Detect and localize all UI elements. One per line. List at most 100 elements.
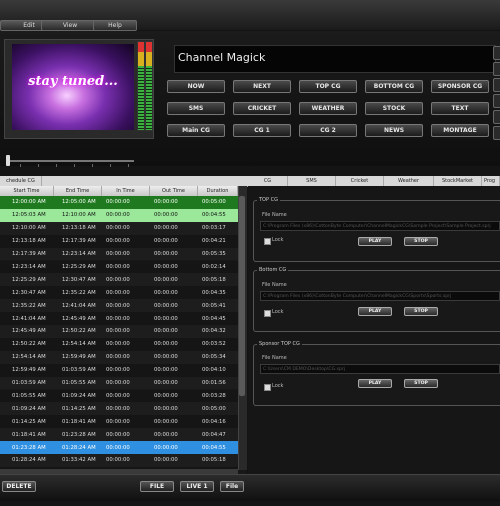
side-button-1[interactable]	[493, 46, 500, 60]
tab-program[interactable]: Prog	[482, 176, 500, 186]
audio-meter-right	[145, 41, 153, 131]
menu-view[interactable]: View	[41, 20, 99, 31]
bottom-cg-file-path-field[interactable]: C:\Program Files (x86)\CottonByte Comput…	[260, 291, 500, 301]
tab-sms[interactable]: SMS	[288, 176, 336, 186]
table-row[interactable]: 12:45:49 AM 12:50:22 AM 00:00:00 00:00:00 00…	[0, 325, 238, 338]
column-header-start-time[interactable]: Start Time	[0, 186, 54, 196]
file-secondary-button[interactable]: File	[220, 481, 244, 492]
top-cg-button[interactable]: TOP CG	[299, 80, 357, 93]
column-header-end-time[interactable]: End Time	[54, 186, 102, 196]
table-row[interactable]: 12:17:39 AM 12:23:14 AM 00:00:00 00:00:00 00…	[0, 247, 238, 261]
live-1-button[interactable]: LIVE 1	[180, 481, 214, 492]
seek-slider-track[interactable]	[8, 160, 134, 162]
cricket-button[interactable]: CRICKET	[233, 102, 291, 115]
seek-slider-handle[interactable]	[6, 155, 10, 166]
tab-cricket[interactable]: Cricket	[336, 176, 384, 186]
slider-tick	[56, 164, 57, 167]
cell-duration: 00:05:34	[202, 354, 226, 361]
cell-duration: 00:04:35	[202, 289, 226, 296]
table-row[interactable]: 12:59:49 AM 01:03:59 AM 00:00:00 00:00:00 00…	[0, 363, 238, 377]
cell-duration: 00:05:18	[202, 276, 226, 283]
bottom-toolbar	[0, 474, 500, 501]
bottom-cg-lock-checkbox[interactable]	[264, 310, 271, 317]
sms-button[interactable]: SMS	[167, 102, 225, 115]
cell-end-time: 01:33:42 AM	[62, 457, 96, 464]
cell-start-time: 12:30:47 AM	[12, 289, 46, 296]
table-row[interactable]: 12:50:22 AM 12:54:14 AM 00:00:00 00:00:00 00…	[0, 337, 238, 351]
news-button[interactable]: NEWS	[365, 124, 423, 137]
top-cg-stop-button[interactable]: STOP	[404, 237, 438, 246]
side-button-4[interactable]	[493, 94, 500, 108]
menu-help[interactable]: Help	[93, 20, 137, 31]
cell-in-time: 00:00:00	[106, 457, 130, 464]
lock-label: Lock	[272, 309, 284, 315]
delete-button[interactable]: DELETE	[2, 481, 36, 492]
sponsor-cg-lock-checkbox[interactable]	[264, 384, 271, 391]
table-row[interactable]: 12:54:14 AM 12:59:49 AM 00:00:00 00:00:00 00…	[0, 350, 238, 364]
side-button-6[interactable]	[493, 126, 500, 140]
cell-start-time: 12:05:03 AM	[12, 212, 46, 219]
table-row[interactable]: 12:23:14 AM 12:25:29 AM 00:00:00 00:00:00 00…	[0, 260, 238, 274]
main-cg-button[interactable]: Main CG	[167, 124, 225, 137]
table-row[interactable]: 01:28:24 AM 01:33:42 AM 00:00:00 00:00:00 00…	[0, 454, 238, 467]
table-row[interactable]: 01:05:55 AM 01:09:24 AM 00:00:00 00:00:00 00…	[0, 389, 238, 403]
cg2-button[interactable]: CG 2	[299, 124, 357, 137]
tab-weather[interactable]: Weather	[384, 176, 434, 186]
cell-end-time: 12:35:22 AM	[62, 289, 96, 296]
file-button[interactable]: FILE	[140, 481, 174, 492]
tab-schedule-cg[interactable]: chedule CG	[0, 176, 42, 186]
table-row[interactable]: 01:09:24 AM 01:14:25 AM 00:00:00 00:00:00 00…	[0, 402, 238, 416]
sponsor-cg-stop-button[interactable]: STOP	[404, 379, 438, 388]
cell-end-time: 12:25:29 AM	[62, 263, 96, 270]
cell-end-time: 12:45:49 AM	[62, 315, 96, 322]
cell-start-time: 12:45:49 AM	[12, 328, 46, 335]
column-header-in-time[interactable]: In Time	[102, 186, 150, 196]
table-row[interactable]: 12:25:29 AM 12:30:47 AM 00:00:00 00:00:00 00…	[0, 273, 238, 287]
top-cg-file-path-field[interactable]: C:\Program Files (x86)\CottonByte Comput…	[260, 221, 500, 231]
top-cg-play-button[interactable]: PLAY	[358, 237, 392, 246]
side-button-2[interactable]	[493, 62, 500, 76]
table-row[interactable]: 01:14:25 AM 01:18:41 AM 00:00:00 00:00:00 00…	[0, 415, 238, 429]
bottom-cg-play-button[interactable]: PLAY	[358, 307, 392, 316]
cell-in-time: 00:00:00	[106, 392, 130, 399]
panel-title: Bottom CG	[257, 267, 289, 273]
table-row[interactable]: 01:23:28 AM 01:28:24 AM 00:00:00 00:00:00 00…	[0, 441, 238, 454]
table-row[interactable]: 12:35:22 AM 12:41:04 AM 00:00:00 00:00:00 00…	[0, 299, 238, 313]
sponsor-cg-file-path-field[interactable]: C:\Users\CM DEMO\Desktop\CG.sprj	[260, 364, 500, 374]
cell-end-time: 12:17:39 AM	[62, 238, 96, 245]
sponsor-cg-play-button[interactable]: PLAY	[358, 379, 392, 388]
montage-button[interactable]: MONTAGE	[431, 124, 489, 137]
table-row[interactable]: 01:03:59 AM 01:05:55 AM 00:00:00 00:00:00 00…	[0, 376, 238, 390]
side-button-3[interactable]	[493, 78, 500, 92]
tab-stockmarket[interactable]: StockMarket	[434, 176, 482, 186]
table-row[interactable]: 12:05:03 AM 12:10:00 AM 00:00:00 00:00:00 00…	[0, 208, 238, 222]
top-cg-lock-checkbox[interactable]	[264, 238, 271, 245]
text-button[interactable]: TEXT	[431, 102, 489, 115]
table-row[interactable]: 12:30:47 AM 12:35:22 AM 00:00:00 00:00:00 00…	[0, 286, 238, 300]
cg1-button[interactable]: CG 1	[233, 124, 291, 137]
column-header-out-time[interactable]: Out Time	[150, 186, 198, 196]
table-row[interactable]: 12:41:04 AM 12:45:49 AM 00:00:00 00:00:00 00…	[0, 312, 238, 325]
tab-cg[interactable]: CG	[248, 176, 288, 186]
table-row[interactable]: 01:18:41 AM 01:23:28 AM 00:00:00 00:00:00 00…	[0, 428, 238, 442]
scrollbar-thumb[interactable]	[239, 196, 245, 396]
now-button[interactable]: NOW	[167, 80, 225, 93]
bottom-cg-button[interactable]: BOTTOM CG	[365, 80, 423, 93]
next-button[interactable]: NEXT	[233, 80, 291, 93]
cell-out-time: 00:00:00	[154, 444, 178, 451]
cell-end-time: 12:05:00 AM	[62, 199, 96, 206]
weather-button[interactable]: WEATHER	[299, 102, 357, 115]
column-header-duration[interactable]: Duration	[198, 186, 238, 196]
cell-in-time: 00:00:00	[106, 212, 130, 219]
cell-start-time: 01:28:24 AM	[12, 457, 46, 464]
sponsor-cg-button[interactable]: SPONSOR CG	[431, 80, 489, 93]
table-row[interactable]: 12:00:00 AM 12:05:00 AM 00:00:00 00:00:00 00…	[0, 196, 238, 209]
bottom-cg-stop-button[interactable]: STOP	[404, 307, 438, 316]
cell-end-time: 01:09:24 AM	[62, 392, 96, 399]
table-row[interactable]: 12:10:00 AM 12:13:18 AM 00:00:00 00:00:00 00…	[0, 221, 238, 235]
table-row[interactable]: 12:13:18 AM 12:17:39 AM 00:00:00 00:00:00 00…	[0, 234, 238, 248]
slider-tick	[38, 164, 39, 167]
side-button-5[interactable]	[493, 110, 500, 124]
stock-button[interactable]: STOCK	[365, 102, 423, 115]
cell-start-time: 12:17:39 AM	[12, 251, 46, 258]
